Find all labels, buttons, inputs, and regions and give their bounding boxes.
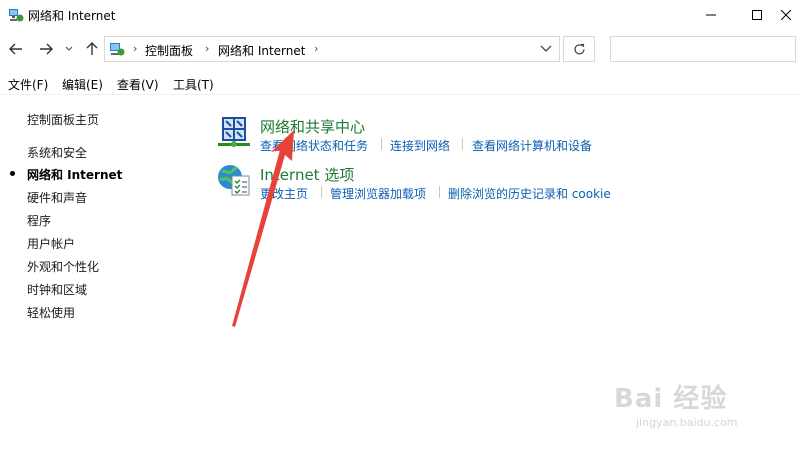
link-delete-browsing-history[interactable]: 删除浏览的历史记录和 cookie [448,185,611,202]
link-separator [439,186,440,198]
forward-button[interactable] [36,40,56,58]
sidebar-item-programs[interactable]: 程序 [27,212,51,229]
close-button[interactable] [772,0,800,30]
link-separator [462,138,463,150]
recent-locations-button[interactable] [62,40,76,58]
breadcrumb-network-internet[interactable]: 网络和 Internet [218,42,305,59]
address-bar[interactable]: › 控制面板 › 网络和 Internet › [104,36,560,62]
menu-file[interactable]: 文件(F) [8,76,48,93]
control-panel-icon [110,43,125,56]
link-view-network-computers[interactable]: 查看网络计算机和设备 [472,137,592,154]
address-row: › 控制面板 › 网络和 Internet › [0,32,800,66]
link-separator [381,138,382,150]
sidebar-item-user-accounts[interactable]: 用户帐户 [27,235,75,252]
baidu-watermark-logo: Bai 经验 [614,384,728,414]
menu-tools[interactable]: 工具(T) [173,76,214,93]
refresh-icon [573,43,585,54]
category-title-internet-options[interactable]: Internet 选项 [260,164,354,185]
sidebar-item-ease-of-access[interactable]: 轻松使用 [27,304,75,321]
sidebar-item-system-security[interactable]: 系统和安全 [27,144,87,161]
title-bar: 网络和 Internet [0,0,800,30]
link-separator [321,186,322,198]
baidu-watermark-url: jingyan.baidu.com [636,416,738,429]
sidebar-item-appearance[interactable]: 外观和个性化 [27,258,99,275]
up-button[interactable] [82,40,102,58]
sidebar-item-network-internet[interactable]: 网络和 Internet [27,166,122,183]
menu-bar: 文件(F) 编辑(E) 查看(V) 工具(T) [0,72,800,95]
sidebar-home-link[interactable]: 控制面板主页 [27,111,99,128]
close-icon [781,10,791,20]
link-view-network-status[interactable]: 查看网络状态和任务 [260,137,368,154]
link-connect-network[interactable]: 连接到网络 [390,137,450,154]
menu-edit[interactable]: 编辑(E) [62,76,103,93]
breadcrumb-separator: › [314,42,319,55]
maximize-icon [752,10,762,20]
menu-view[interactable]: 查看(V) [117,76,159,93]
breadcrumb-control-panel[interactable]: 控制面板 [145,42,193,59]
arrow-up-icon [86,42,98,55]
sidebar-item-clock-region[interactable]: 时钟和区域 [27,281,87,298]
breadcrumb-separator: › [133,42,138,55]
back-button[interactable] [6,40,26,58]
search-input[interactable] [610,36,796,62]
active-item-bullet [10,171,15,176]
arrow-right-icon [40,43,53,55]
category-title-network-sharing[interactable]: 网络和共享中心 [260,116,365,137]
network-app-icon [9,9,24,22]
minimize-icon [706,14,716,16]
window-title: 网络和 Internet [28,9,116,23]
link-manage-addons[interactable]: 管理浏览器加载项 [330,185,426,202]
minimize-button[interactable] [688,0,734,30]
address-history-dropdown-icon[interactable] [539,43,553,55]
network-sharing-icon[interactable] [216,114,252,150]
arrow-left-icon [9,43,22,55]
sidebar-item-hardware-sound[interactable]: 硬件和声音 [27,189,87,206]
chevron-down-icon [65,46,73,51]
internet-options-icon[interactable] [216,162,252,198]
breadcrumb-separator: › [205,42,210,55]
link-change-homepage[interactable]: 更改主页 [260,185,308,202]
refresh-button[interactable] [563,36,595,62]
